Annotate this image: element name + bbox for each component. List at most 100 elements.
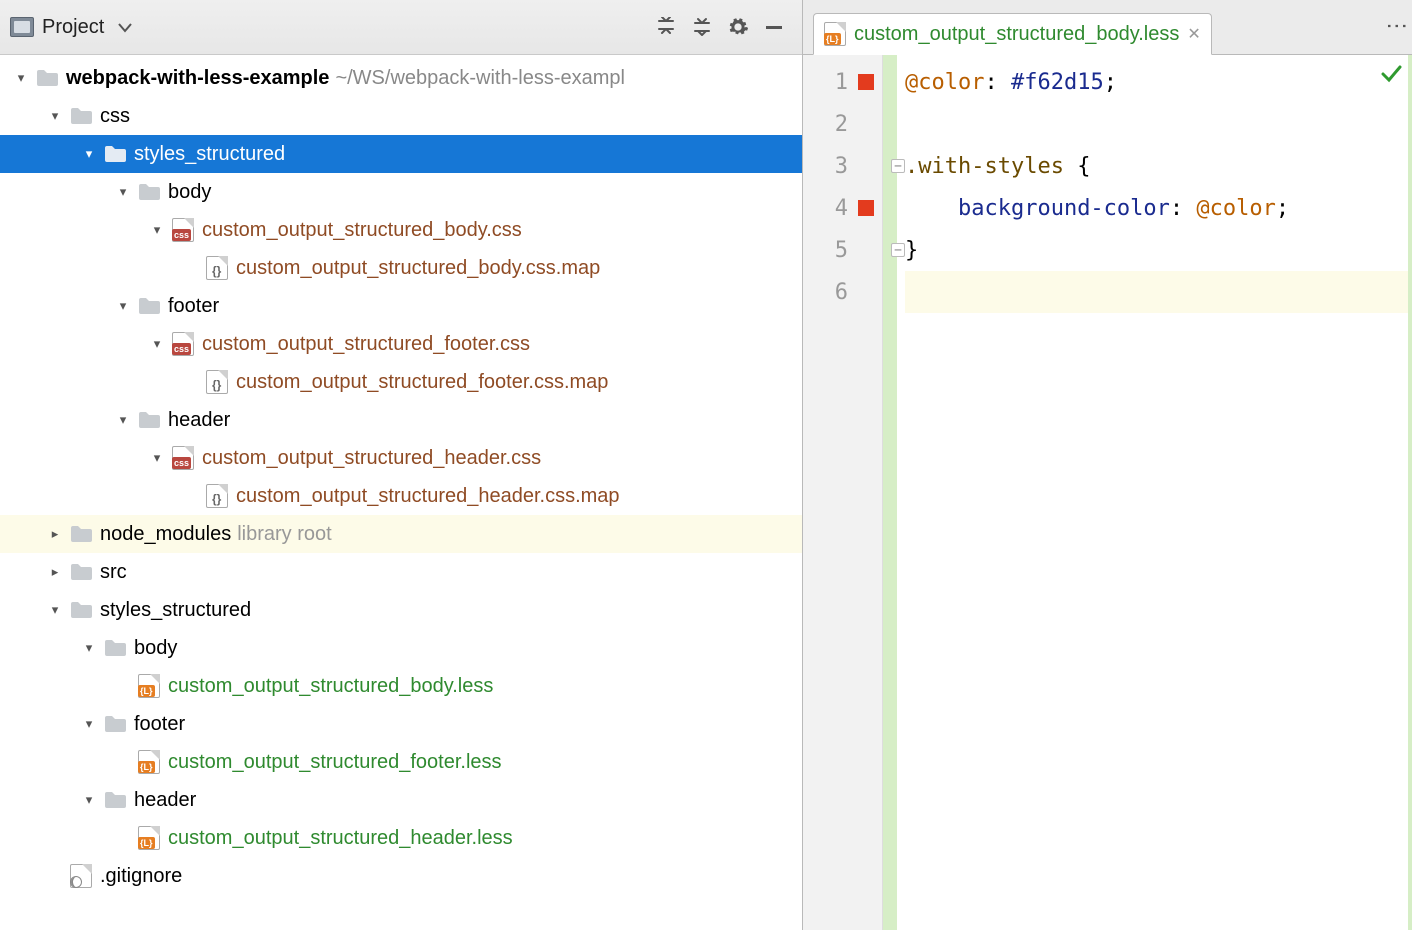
chevron-down-icon[interactable]: ▾: [44, 602, 66, 618]
tree-item-label: custom_output_structured_body.css: [202, 219, 522, 242]
tree-folder[interactable]: ▸src: [0, 553, 802, 591]
tree-folder[interactable]: ▾ webpack-with-less-example ~/WS/webpack-w…: [0, 59, 802, 97]
editor-tab[interactable]: custom_output_structured_body.less ✕: [813, 13, 1212, 55]
chevron-down-icon[interactable]: ▾: [78, 716, 100, 732]
chevron-down-icon[interactable]: ▾: [10, 70, 32, 86]
folder-icon: [68, 525, 94, 543]
close-icon[interactable]: ✕: [1187, 24, 1200, 44]
tree-item-label: body: [168, 181, 211, 204]
tree-folder[interactable]: ▸ node_modules library root: [0, 515, 802, 553]
tree-file[interactable]: ▾ custom_output_structured_header.css: [0, 439, 802, 477]
tree-folder[interactable]: ▾ header: [0, 401, 802, 439]
fold-icon[interactable]: −: [891, 159, 905, 173]
tree-item-label: body: [134, 637, 177, 660]
line-number: 4: [803, 196, 848, 221]
chevron-down-icon[interactable]: ▾: [112, 298, 134, 314]
tree-folder[interactable]: ▾ footer: [0, 287, 802, 325]
chevron-down-icon[interactable]: ▾: [146, 222, 168, 238]
project-icon: [10, 17, 34, 37]
code-token: @color: [1196, 196, 1275, 221]
chevron-down-icon[interactable]: ▾: [78, 640, 100, 656]
tree-item-label: header: [168, 409, 230, 432]
tree-item-label: custom_output_structured_header.css: [202, 447, 541, 470]
hide-panel-icon[interactable]: [756, 17, 792, 37]
map-file-icon: [204, 484, 230, 508]
panel-title[interactable]: Project: [42, 16, 104, 39]
less-file-icon: [136, 750, 162, 774]
line-number: 3: [803, 154, 848, 179]
chevron-down-icon[interactable]: ▾: [146, 336, 168, 352]
code-token: .with-styles: [905, 154, 1064, 179]
tree-file[interactable]: .gitignore: [0, 857, 802, 895]
chevron-down-icon[interactable]: ▾: [112, 412, 134, 428]
code-area[interactable]: @color: #f62d15; −.with-styles { backgro…: [897, 55, 1412, 930]
tree-file[interactable]: custom_output_structured_header.less: [0, 819, 802, 857]
tree-item-label: custom_output_structured_footer.css.map: [236, 371, 608, 394]
tree-file[interactable]: custom_output_structured_footer.less: [0, 743, 802, 781]
chevron-down-icon[interactable]: ▾: [78, 792, 100, 808]
library-root-hint: library root: [237, 523, 331, 546]
tree-item-label: .gitignore: [100, 865, 182, 888]
kebab-menu-icon[interactable]: ⋮: [1382, 0, 1412, 54]
tree-folder[interactable]: ▾styles_structured: [0, 135, 802, 173]
tree-file[interactable]: custom_output_structured_header.css.map: [0, 477, 802, 515]
code-token: background-color: [958, 196, 1170, 221]
tree-item-label: webpack-with-less-example: [66, 67, 329, 90]
folder-icon: [102, 791, 128, 809]
folder-icon: [68, 601, 94, 619]
tree-folder[interactable]: ▾ header: [0, 781, 802, 819]
less-file-icon: [136, 826, 162, 850]
editor-gutter: 1 2 3 4 5 6: [803, 55, 883, 930]
css-file-icon: [170, 332, 196, 356]
tree-file[interactable]: ▾ custom_output_structured_body.css: [0, 211, 802, 249]
chevron-down-icon[interactable]: ▾: [112, 184, 134, 200]
chevron-down-icon[interactable]: [118, 16, 132, 39]
project-tree[interactable]: ▾ webpack-with-less-example ~/WS/webpack-w…: [0, 55, 802, 930]
chevron-down-icon[interactable]: ▾: [44, 108, 66, 124]
tree-folder[interactable]: ▾ footer: [0, 705, 802, 743]
tree-folder[interactable]: ▾styles_structured: [0, 591, 802, 629]
tree-item-label: custom_output_structured_header.less: [168, 827, 513, 850]
chevron-down-icon[interactable]: ▾: [146, 450, 168, 466]
tree-item-label: header: [134, 789, 196, 812]
tree-file[interactable]: custom_output_structured_body.less: [0, 667, 802, 705]
tree-item-label: footer: [168, 295, 219, 318]
tree-file[interactable]: custom_output_structured_footer.css.map: [0, 363, 802, 401]
tree-item-label: footer: [134, 713, 185, 736]
map-file-icon: [204, 370, 230, 394]
chevron-down-icon[interactable]: ▾: [78, 146, 100, 162]
collapse-all-icon[interactable]: [648, 17, 684, 37]
tree-item-hint: ~/WS/webpack-with-less-exampl: [335, 67, 625, 90]
gear-icon[interactable]: [720, 16, 756, 38]
code-token: @color: [905, 70, 984, 95]
gutter-marker-icon[interactable]: [858, 74, 874, 90]
tree-item-label: custom_output_structured_footer.less: [168, 751, 502, 774]
chevron-right-icon[interactable]: ▸: [44, 564, 66, 580]
code-token: }: [905, 238, 918, 263]
tree-item-label: node_modules: [100, 523, 231, 546]
tree-folder[interactable]: ▾ body: [0, 629, 802, 667]
tree-folder[interactable]: ▾ body: [0, 173, 802, 211]
expand-all-icon[interactable]: [684, 17, 720, 37]
fold-icon[interactable]: −: [891, 243, 905, 257]
error-stripe: [1408, 55, 1412, 930]
code-editor[interactable]: 1 2 3 4 5 6 @color: #f62d15; −.with-styl…: [803, 55, 1412, 930]
less-file-icon: [136, 674, 162, 698]
tree-item-label: custom_output_structured_header.css.map: [236, 485, 620, 508]
tab-title: custom_output_structured_body.less: [854, 23, 1179, 46]
map-file-icon: [204, 256, 230, 280]
code-token: #f62d15: [1011, 70, 1104, 95]
line-number: 5: [803, 238, 848, 263]
folder-icon: [34, 69, 60, 87]
line-number: 2: [803, 112, 848, 137]
inspection-ok-icon[interactable]: [1380, 63, 1402, 91]
css-file-icon: [170, 218, 196, 242]
chevron-right-icon[interactable]: ▸: [44, 526, 66, 542]
tree-file[interactable]: ▾custom_output_structured_footer.css: [0, 325, 802, 363]
folder-icon: [102, 639, 128, 657]
folder-icon: [68, 107, 94, 125]
gutter-marker-icon[interactable]: [858, 200, 874, 216]
tree-folder[interactable]: ▾css: [0, 97, 802, 135]
tree-file[interactable]: custom_output_structured_body.css.map: [0, 249, 802, 287]
css-file-icon: [170, 446, 196, 470]
